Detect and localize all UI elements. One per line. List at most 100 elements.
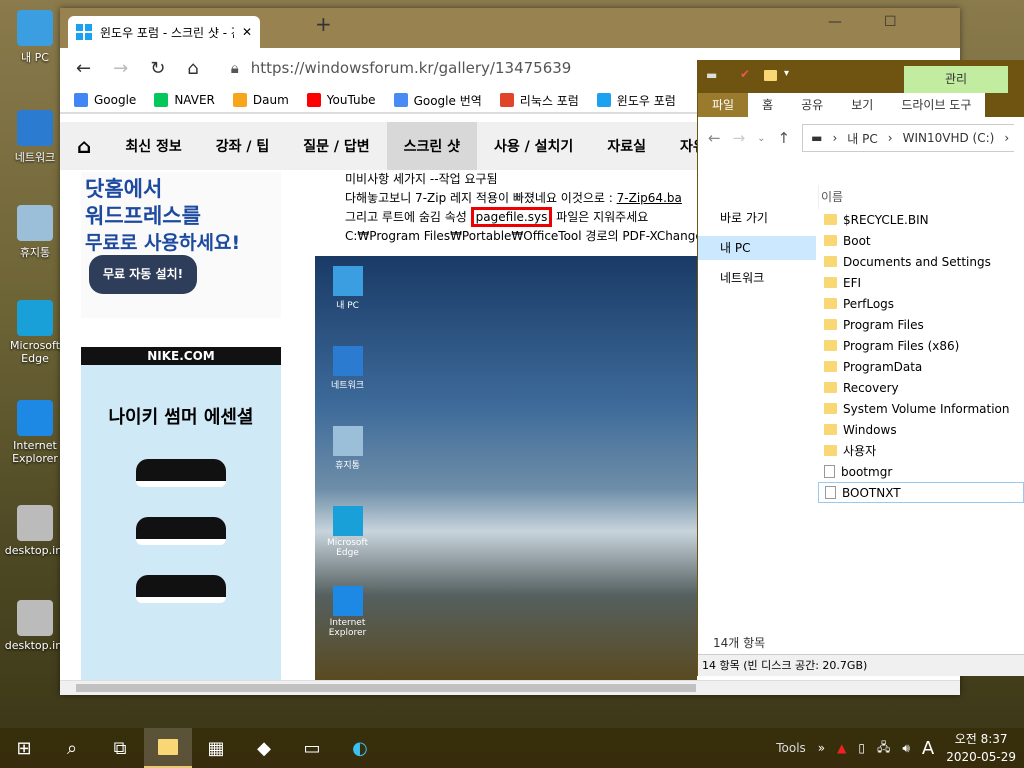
forward-icon[interactable]: → [113, 58, 128, 79]
bookmark[interactable]: 윈도우 포럼 [596, 92, 676, 109]
bookmark-icon [232, 93, 247, 107]
screenshot-desktop-icon: 내 PC [320, 266, 375, 311]
ribbon-tab[interactable]: 파일 [698, 93, 749, 117]
refresh-icon[interactable]: ↻ [150, 58, 165, 79]
ad-banner-dothome[interactable]: 닷홈에서 워드프레스를 무료로 사용하세요! 무료 자동 설치! [81, 172, 281, 318]
edge-icon[interactable]: ◐ [336, 728, 384, 768]
desktop-icon-image [17, 10, 53, 46]
back-icon[interactable]: ← [76, 58, 91, 79]
file-icon [824, 465, 835, 478]
bookmark[interactable]: Daum [232, 93, 289, 107]
close-tab-icon[interactable]: ✕ [242, 25, 252, 39]
app-icon[interactable]: ◆ [240, 728, 288, 768]
file-row[interactable]: 사용자 [818, 440, 1024, 461]
file-row[interactable]: System Volume Information [818, 398, 1024, 419]
file-name: System Volume Information [843, 401, 1010, 416]
screenshot-icon-label: 내 PC [336, 301, 359, 311]
file-row[interactable]: BOOTNXT [818, 482, 1024, 503]
ime-indicator[interactable]: A [922, 738, 934, 759]
bookmark[interactable]: Google 번역 [393, 92, 482, 109]
lock-icon: 🔒︎ [230, 59, 239, 77]
nav-pane-item[interactable]: 바로 가기 [698, 206, 816, 230]
bookmark[interactable]: Google [74, 93, 136, 107]
ad-button[interactable]: 무료 자동 설치! [89, 255, 198, 294]
quick-access-dropdown-icon[interactable]: ▾ [784, 68, 789, 79]
file-row[interactable]: EFI [818, 272, 1024, 293]
search-icon[interactable]: ⌕ [48, 728, 96, 768]
tab-bar: 윈도우 포럼 - 스크린 샷 - 간결 W ✕ + — ☐ [60, 8, 960, 48]
nav-item[interactable]: 스크린 샷 [386, 122, 478, 170]
manage-tab[interactable]: 관리 [904, 66, 1008, 93]
file-row[interactable]: Boot [818, 230, 1024, 251]
file-row[interactable]: PerfLogs [818, 293, 1024, 314]
bookmark-label: Google [94, 93, 137, 107]
bookmark[interactable]: NAVER [154, 93, 215, 107]
screenshot-icon-image [332, 346, 363, 376]
bookmark[interactable]: YouTube [306, 93, 376, 107]
up-icon[interactable]: ↑ [778, 129, 791, 147]
properties-icon[interactable]: ✔ [740, 67, 750, 81]
file-explorer-taskbar-icon[interactable] [144, 728, 192, 768]
calculator-icon[interactable]: ▦ [192, 728, 240, 768]
post-line: 다해놓고보니 7-Zip 레지 적용이 빠졌네요 이것으로 : 7-Zip64.… [345, 189, 703, 208]
volume-icon[interactable]: 🔊︎ [902, 741, 910, 756]
screenshot-icon-label: Microsoft Edge [327, 538, 368, 558]
home-icon[interactable]: ⌂ [60, 122, 108, 170]
nav-item[interactable]: 질문 / 답변 [286, 122, 386, 170]
back-icon[interactable]: ← [708, 129, 721, 147]
scrollbar-thumb[interactable] [76, 684, 696, 692]
desktop-icon-image [17, 110, 53, 146]
terminal-icon[interactable]: ▭ [288, 728, 336, 768]
new-tab-button[interactable]: + [315, 12, 332, 36]
network-icon[interactable]: 🖧︎ [877, 738, 890, 759]
home-icon[interactable]: ⌂ [187, 58, 198, 79]
nav-item[interactable]: 자료실 [590, 122, 663, 170]
start-button[interactable]: ⊞ [0, 728, 48, 768]
path-chevron-icon[interactable]: › [1004, 131, 1009, 145]
task-view-icon[interactable]: ⧉ [96, 728, 144, 768]
path-segment[interactable]: WIN10VHD (C:) [903, 131, 995, 145]
file-row[interactable]: Recovery [818, 377, 1024, 398]
clock[interactable]: 오전 8:37 2020-05-29 [946, 730, 1016, 766]
nav-pane-item[interactable]: 내 PC [698, 236, 816, 260]
column-header-name[interactable]: 이름 [818, 185, 1024, 209]
file-row[interactable]: Documents and Settings [818, 251, 1024, 272]
minimize-button[interactable]: — [828, 14, 842, 30]
app-tray-icon[interactable]: ▲ [837, 741, 846, 755]
file-icon [825, 486, 836, 499]
file-row[interactable]: Windows [818, 419, 1024, 440]
file-row[interactable]: ProgramData [818, 356, 1024, 377]
forward-icon[interactable]: → [733, 129, 746, 147]
nav-item[interactable]: 사용 / 설치기 [477, 122, 590, 170]
path-chevron-icon[interactable]: › [832, 131, 837, 145]
bookmark[interactable]: 리눅스 포럼 [499, 92, 579, 109]
path-segment[interactable]: 내 PC [847, 130, 877, 147]
status-bar: 14 항목 (빈 디스크 공간: 20.7GB) [698, 654, 1024, 676]
tools-toolbar[interactable]: Tools [776, 741, 806, 755]
screenshot-desktop-icon: 네트워크 [320, 346, 375, 391]
file-name: Recovery [843, 380, 899, 395]
file-row[interactable]: Program Files [818, 314, 1024, 335]
maximize-button[interactable]: ☐ [884, 14, 897, 30]
file-row[interactable]: Program Files (x86) [818, 335, 1024, 356]
folder-icon [824, 361, 837, 372]
chevron-icon[interactable]: » [818, 741, 825, 755]
ribbon-tab[interactable]: 공유 [787, 93, 838, 117]
post-link[interactable]: 7-Zip64.ba [617, 191, 682, 205]
ribbon-tab[interactable]: 보기 [837, 93, 888, 117]
usb-icon[interactable]: ▯ [858, 741, 865, 755]
ribbon-tab[interactable]: 홈 [748, 93, 788, 117]
browser-tab[interactable]: 윈도우 포럼 - 스크린 샷 - 간결 W ✕ [68, 16, 260, 48]
horizontal-scrollbar[interactable] [60, 680, 960, 695]
nav-item[interactable]: 강좌 / 팁 [199, 122, 287, 170]
file-row[interactable]: $RECYCLE.BIN [818, 209, 1024, 230]
file-row[interactable]: bootmgr [818, 461, 1024, 482]
recent-dropdown-icon[interactable]: ⌄ [757, 133, 765, 144]
path-bar[interactable]: ▬ › 내 PC › WIN10VHD (C:) › [802, 124, 1014, 152]
ad-banner-nike[interactable]: NIKE.COM 나이키 썸머 에센셜 [81, 347, 281, 680]
new-folder-icon[interactable] [764, 70, 777, 81]
ribbon-tab[interactable]: 드라이브 도구 [887, 93, 986, 117]
nav-item[interactable]: 최신 정보 [108, 122, 198, 170]
path-chevron-icon[interactable]: › [888, 131, 893, 145]
nav-pane-item[interactable]: 네트워크 [698, 266, 816, 290]
